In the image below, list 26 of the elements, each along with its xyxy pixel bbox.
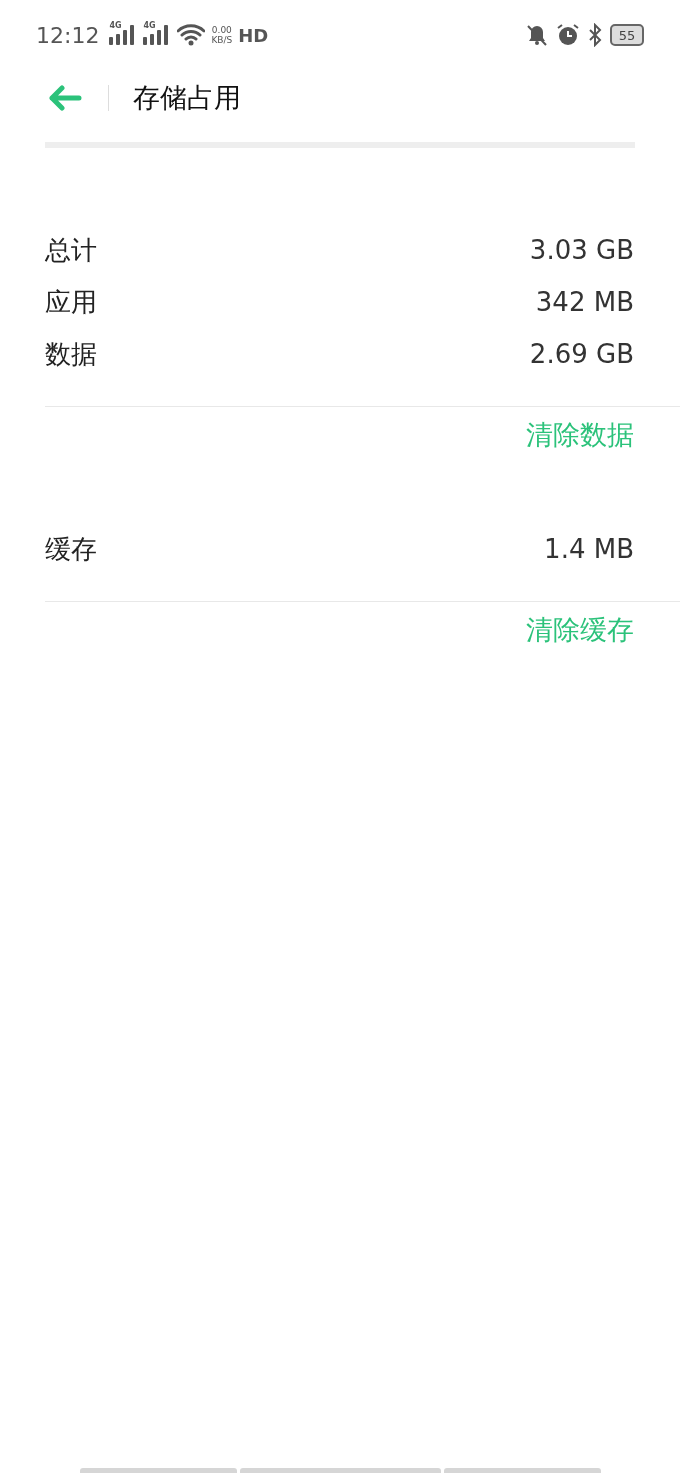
bluetooth-icon bbox=[588, 23, 602, 47]
wifi-icon bbox=[177, 24, 206, 46]
alarm-icon bbox=[556, 23, 580, 47]
nav-segment[interactable] bbox=[80, 1468, 237, 1473]
clear-button[interactable]: 清除缓存 bbox=[526, 612, 634, 648]
nav-segment[interactable] bbox=[444, 1468, 601, 1473]
muted-bell-icon bbox=[526, 24, 548, 46]
storage-value: 342 MB bbox=[535, 287, 634, 317]
storage-value: 1.4 MB bbox=[544, 534, 634, 564]
storage-value: 3.03 GB bbox=[529, 235, 634, 265]
storage-label: 缓存 bbox=[45, 532, 97, 566]
status-time: 12:12 bbox=[36, 22, 100, 48]
battery-level: 55 bbox=[610, 24, 644, 46]
storage-label: 应用 bbox=[45, 285, 97, 319]
nav-segment[interactable] bbox=[240, 1468, 441, 1473]
network-type: 4G bbox=[109, 21, 122, 30]
speed-value: 0.00 bbox=[211, 25, 232, 35]
page-title: 存储占用 bbox=[133, 80, 241, 115]
network-type: 4G bbox=[143, 21, 156, 30]
speed-unit: KB/S bbox=[211, 35, 233, 45]
back-arrow-icon[interactable] bbox=[48, 84, 82, 111]
storage-value: 2.69 GB bbox=[529, 339, 634, 369]
clear-button[interactable]: 清除数据 bbox=[526, 417, 634, 453]
hd-label: HD bbox=[238, 24, 269, 46]
storage-label: 总计 bbox=[45, 233, 97, 267]
storage-label: 数据 bbox=[45, 337, 97, 371]
